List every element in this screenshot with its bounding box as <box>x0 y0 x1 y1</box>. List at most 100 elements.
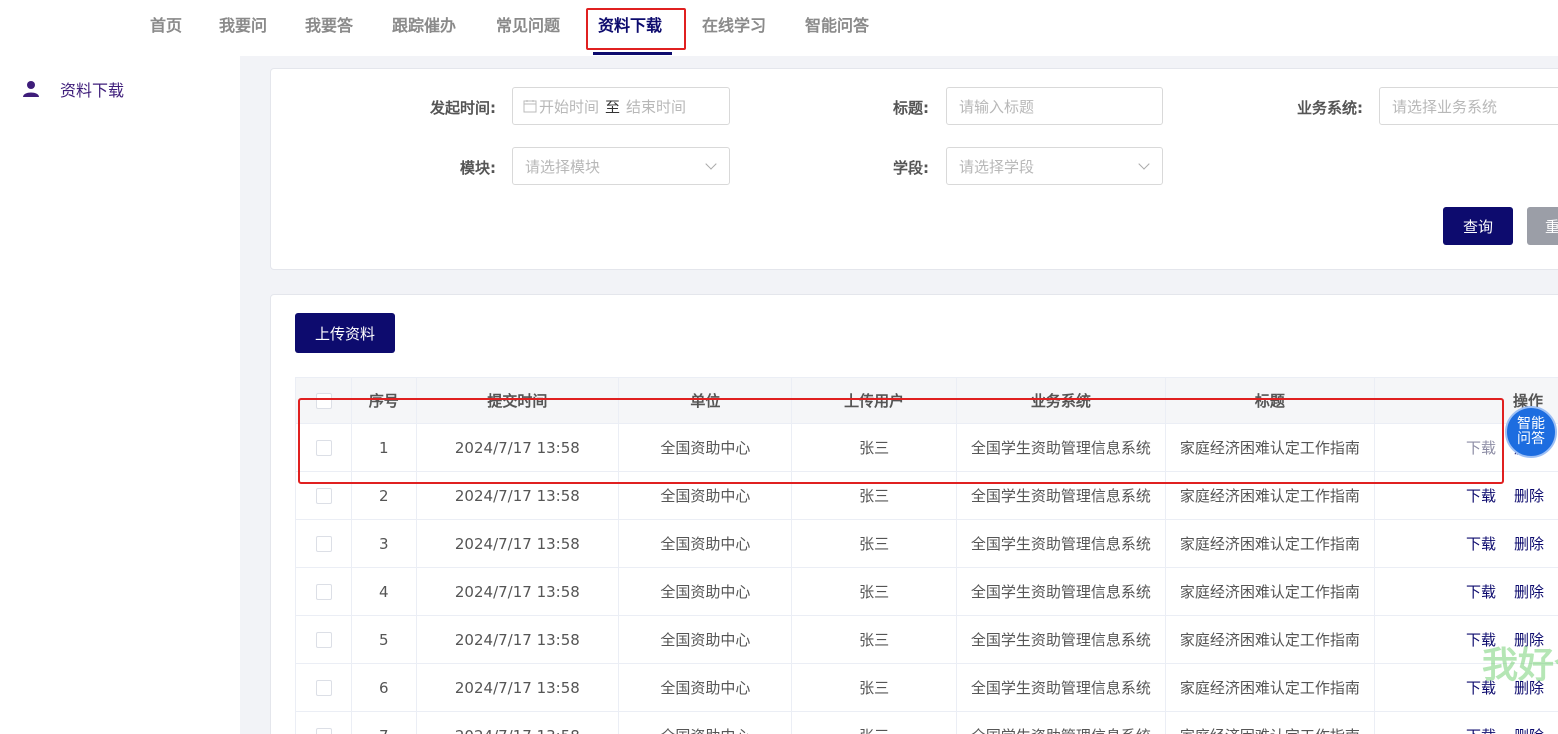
title-placeholder: 请输入标题 <box>959 97 1035 116</box>
module-placeholder: 请选择模块 <box>525 157 601 176</box>
chevron-down-icon <box>705 158 717 170</box>
actions-cell: 下载删除 <box>1373 567 1558 616</box>
nav-item-answer[interactable]: 我要答 <box>305 12 353 38</box>
unit: 全国资助中心 <box>618 567 793 616</box>
title-input[interactable]: 请输入标题 <box>946 87 1163 125</box>
unit: 全国资助中心 <box>618 711 793 734</box>
row-checkbox[interactable] <box>315 536 332 552</box>
row-number: 7 <box>351 711 417 734</box>
table-row: 4 2024/7/17 13:58 全国资助中心 张三 全国学生资助管理信息系统 家庭经济… <box>295 567 1558 616</box>
table-row: 72024/7/17 13:58全国资助中心张三全国学生资助管理信息系统家庭经济… <box>295 711 1558 734</box>
business-system: 全国学生资助管理信息系统 <box>955 663 1166 712</box>
upload-user: 张三 <box>791 519 957 568</box>
upload-user: 张三 <box>791 567 957 616</box>
sidebar: 资料下载 <box>0 56 240 734</box>
watermark: 我好个 <box>1482 645 1558 686</box>
end-time-input[interactable]: 结束时间 <box>626 96 686 117</box>
upload-user: 张三 <box>791 663 957 712</box>
range-separator: 至 <box>605 97 621 116</box>
download-link[interactable]: 下载 <box>1466 725 1496 734</box>
unit: 全国资助中心 <box>618 615 793 664</box>
row-select-cell[interactable] <box>295 711 352 734</box>
business-system: 全国学生资助管理信息系统 <box>955 615 1166 664</box>
date-range-picker[interactable]: 开始时间 至 结束时间 <box>512 87 730 125</box>
material-title: 家庭经济困难认定工作指南 <box>1164 663 1375 712</box>
stage-label: 学段: <box>893 159 929 177</box>
material-title: 家庭经济困难认定工作指南 <box>1164 519 1375 568</box>
actions-cell: 下载 删除 <box>1373 711 1558 734</box>
module-select[interactable]: 请选择模块 <box>512 147 730 185</box>
nav-item-smart-qa[interactable]: 智能问答 <box>805 12 869 38</box>
chevron-down-icon <box>1138 158 1150 170</box>
delete-link[interactable]: 删除 <box>1514 581 1544 602</box>
title-label: 标题: <box>893 99 929 117</box>
business-system: 全国学生资助管理信息系统 <box>955 711 1166 734</box>
submit-time: 2024/7/17 13:58 <box>415 711 620 734</box>
row-select-cell[interactable] <box>295 663 352 712</box>
row-number: 4 <box>351 567 417 616</box>
start-time-label: 发起时间: <box>430 99 496 117</box>
nav-item-ask[interactable]: 我要问 <box>219 12 267 38</box>
upload-user: 张三 <box>791 615 957 664</box>
row-select-cell[interactable] <box>295 519 352 568</box>
business-system-placeholder: 请选择业务系统 <box>1392 97 1498 116</box>
unit: 全国资助中心 <box>618 519 793 568</box>
row-select-cell[interactable] <box>295 615 352 664</box>
business-system-label: 业务系统: <box>1297 99 1363 117</box>
download-link[interactable]: 下载 <box>1466 581 1496 602</box>
top-navigation: 首页 我要问 我要答 跟踪催办 常见问题 资料下载 在线学习 智能问答 <box>0 0 1558 56</box>
download-link[interactable]: 下载 <box>1466 533 1496 554</box>
row-checkbox[interactable] <box>315 488 332 504</box>
active-tab-indicator <box>593 52 672 55</box>
row-checkbox[interactable] <box>315 728 332 734</box>
delete-link[interactable]: 删除 <box>1514 533 1544 554</box>
table-panel: 上传资料 序号 提交时间 单位 上传用户 业务系统 标题 操作 1 2024/7/… <box>270 294 1558 734</box>
row-number: 6 <box>351 663 417 712</box>
row-checkbox[interactable] <box>315 632 332 648</box>
row-number: 5 <box>351 615 417 664</box>
delete-link[interactable]: 删除 <box>1514 725 1544 734</box>
business-system-select[interactable]: 请选择业务系统 <box>1379 87 1558 125</box>
row-number: 3 <box>351 519 417 568</box>
calendar-icon <box>523 100 537 113</box>
highlight-box-nav <box>586 8 686 50</box>
stage-select[interactable]: 请选择学段 <box>946 147 1163 185</box>
highlight-box-row <box>298 398 1504 484</box>
actions-cell: 下载删除 <box>1373 519 1558 568</box>
submit-time: 2024/7/17 13:58 <box>415 567 620 616</box>
smart-qa-label: 智能问答 <box>1517 416 1545 447</box>
module-label: 模块: <box>460 159 496 177</box>
smart-qa-floating-button[interactable]: 智能问答 <box>1505 406 1557 458</box>
table-row: 6 2024/7/17 13:58 全国资助中心 张三 全国学生资助管理信息系统 家庭经济… <box>295 663 1558 712</box>
material-title: 家庭经济困难认定工作指南 <box>1164 615 1375 664</box>
submit-time: 2024/7/17 13:58 <box>415 519 620 568</box>
unit: 全国资助中心 <box>618 663 793 712</box>
row-select-cell[interactable] <box>295 567 352 616</box>
nav-item-faq[interactable]: 常见问题 <box>496 12 560 38</box>
submit-time: 2024/7/17 13:58 <box>415 615 620 664</box>
nav-item-online-learning[interactable]: 在线学习 <box>702 12 766 38</box>
upload-user: 张三 <box>791 711 957 734</box>
row-checkbox[interactable] <box>315 584 332 600</box>
nav-item-tracking[interactable]: 跟踪催办 <box>392 12 456 38</box>
table-row: 5 2024/7/17 13:58 全国资助中心 张三 全国学生资助管理信息系统 家庭经济… <box>295 615 1558 664</box>
delete-link[interactable]: 删除 <box>1514 485 1544 506</box>
download-link[interactable]: 下载 <box>1466 485 1496 506</box>
business-system: 全国学生资助管理信息系统 <box>955 567 1166 616</box>
upload-button[interactable]: 上传资料 <box>295 313 395 353</box>
nav-item-home[interactable]: 首页 <box>150 12 182 38</box>
search-panel: 发起时间: 开始时间 至 结束时间 标题: 请输入标题 业务系统: 请选择业务系… <box>270 68 1558 270</box>
user-icon <box>23 81 39 97</box>
reset-button[interactable]: 重置 <box>1527 207 1558 245</box>
row-checkbox[interactable] <box>315 680 332 696</box>
stage-placeholder: 请选择学段 <box>959 157 1035 176</box>
submit-time: 2024/7/17 13:58 <box>415 663 620 712</box>
sidebar-item-downloads[interactable]: 资料下载 <box>22 78 124 100</box>
business-system: 全国学生资助管理信息系统 <box>955 519 1166 568</box>
query-button[interactable]: 查询 <box>1443 207 1513 245</box>
sidebar-item-label: 资料下载 <box>60 81 125 100</box>
start-time-input[interactable]: 开始时间 <box>539 96 599 117</box>
table-row: 3 2024/7/17 13:58 全国资助中心 张三 全国学生资助管理信息系统 家庭经济… <box>295 519 1558 568</box>
material-title: 家庭经济困难认定工作指南 <box>1164 567 1375 616</box>
material-title: 家庭经济困难认定工作指南 <box>1164 711 1375 734</box>
